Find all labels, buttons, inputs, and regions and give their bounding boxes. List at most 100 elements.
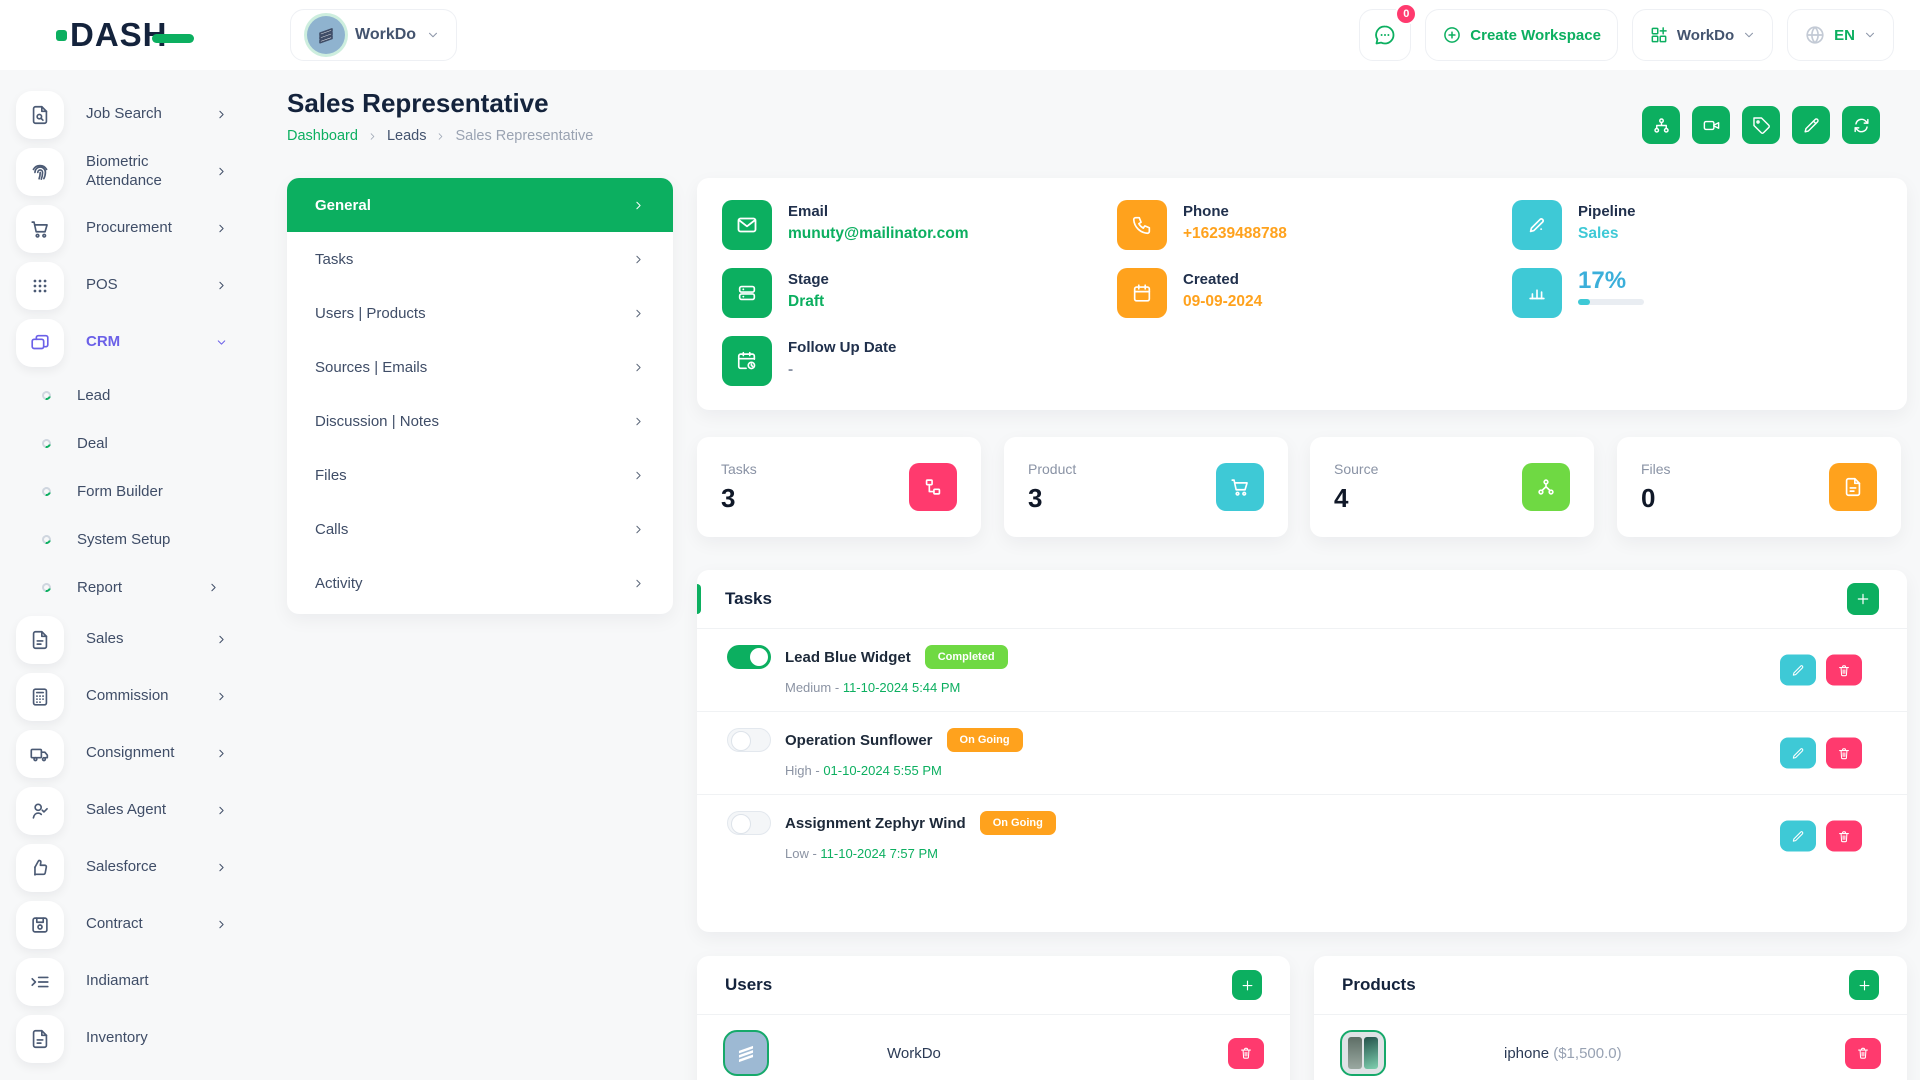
user-name: WorkDo (887, 1045, 941, 1062)
truck-icon (16, 730, 64, 778)
video-call-button[interactable] (1692, 106, 1730, 144)
topbar-right: 0 Create Workspace WorkDo EN (1359, 9, 1894, 61)
sidebar-subitem-lead[interactable]: Lead (0, 371, 250, 419)
sidebar-item-label: Contract (86, 915, 206, 934)
chevron-right-icon (435, 131, 446, 142)
edit-task-button[interactable] (1780, 738, 1816, 769)
chevron-right-icon (215, 861, 228, 874)
task-complete-toggle[interactable] (727, 645, 771, 669)
calendar-icon (1117, 268, 1167, 318)
add-task-button[interactable] (1847, 583, 1879, 615)
sidebar-subitem-system-setup[interactable]: System Setup (0, 515, 250, 563)
followup-value: - (788, 361, 896, 379)
stat-card-source: Source 4 (1310, 437, 1594, 537)
pencil-icon (1791, 663, 1805, 677)
page-actions (1642, 106, 1880, 144)
stat-value: 3 (721, 483, 757, 514)
main-content: Sales Representative Dashboard Leads Sal… (250, 70, 1920, 1080)
file-icon (1829, 463, 1877, 511)
pencil-icon (1802, 116, 1821, 135)
tab-users-products[interactable]: Users | Products (287, 286, 673, 340)
tab-files[interactable]: Files (287, 448, 673, 502)
delete-user-button[interactable] (1228, 1038, 1264, 1069)
field-email: Email munuty@mailinator.com (722, 200, 968, 250)
sidebar-subitem-report[interactable]: Report (0, 563, 250, 611)
edit-task-button[interactable] (1780, 655, 1816, 686)
workdo-menu[interactable]: WorkDo (1632, 9, 1773, 61)
thumbs-up-icon (16, 844, 64, 892)
pencil-icon (1512, 200, 1562, 250)
messages-button[interactable]: 0 (1359, 9, 1411, 61)
edit-task-button[interactable] (1780, 821, 1816, 852)
progress-percent: 17% (1578, 269, 1644, 293)
convert-lead-button[interactable] (1842, 106, 1880, 144)
building-icon (315, 24, 337, 46)
product-row: iphone ($1,500.0) (1314, 1015, 1907, 1080)
labels-button[interactable] (1742, 106, 1780, 144)
create-workspace-label: Create Workspace (1470, 27, 1601, 44)
chevron-right-icon (215, 279, 228, 292)
chevron-right-icon (632, 199, 645, 212)
sidebar-item-salesforce[interactable]: Salesforce (0, 839, 250, 896)
task-priority: Low - (785, 846, 817, 861)
pipeline-view-button[interactable] (1642, 106, 1680, 144)
sidebar-item-pos[interactable]: POS (0, 257, 250, 314)
task-meta: High - 01-10-2024 5:55 PM (785, 763, 1862, 778)
sidebar-item-procurement[interactable]: Procurement (0, 200, 250, 257)
sidebar-item-crm[interactable]: CRM (0, 314, 250, 371)
add-product-button[interactable] (1849, 970, 1879, 1000)
sidebar-item-biometric-attendance[interactable]: Biometric Attendance (0, 143, 250, 200)
breadcrumb-dashboard[interactable]: Dashboard (287, 128, 358, 144)
tab-calls[interactable]: Calls (287, 502, 673, 556)
delete-task-button[interactable] (1826, 738, 1862, 769)
page-head: Sales Representative Dashboard Leads Sal… (287, 88, 593, 144)
bullet-icon (40, 389, 52, 401)
sidebar-item-label: Indiamart (86, 972, 206, 991)
chart-bars-icon (1512, 268, 1562, 318)
sidebar-item-label: Sales (86, 630, 206, 649)
tab-discussion-notes[interactable]: Discussion | Notes (287, 394, 673, 448)
language-selector[interactable]: EN (1787, 9, 1894, 61)
tab-tasks[interactable]: Tasks (287, 232, 673, 286)
task-complete-toggle[interactable] (727, 811, 771, 835)
sidebar-item-contract[interactable]: Contract (0, 896, 250, 953)
sidebar-item-consignment[interactable]: Consignment (0, 725, 250, 782)
page-title: Sales Representative (287, 88, 593, 119)
sidebar-subitem-label: Report (77, 579, 122, 596)
chevron-right-icon (207, 581, 220, 594)
sidebar-item-inventory[interactable]: Inventory (0, 1010, 250, 1067)
delete-task-button[interactable] (1826, 655, 1862, 686)
sidebar-item-commission[interactable]: Commission (0, 668, 250, 725)
sidebar-item-job-search[interactable]: Job Search (0, 86, 250, 143)
sidebar-item-sales-agent[interactable]: Sales Agent (0, 782, 250, 839)
field-label: Phone (1183, 200, 1287, 220)
tab-general[interactable]: General (287, 178, 673, 232)
sidebar-item-label: Consignment (86, 744, 206, 763)
phone-icon (1117, 200, 1167, 250)
sidebar-subitem-deal[interactable]: Deal (0, 419, 250, 467)
delete-task-button[interactable] (1826, 821, 1862, 852)
indent-icon (16, 958, 64, 1006)
task-row: Lead Blue Widget Completed Medium - 11-1… (697, 629, 1907, 711)
tag-icon (1752, 116, 1771, 135)
logo-dot (56, 30, 67, 41)
create-workspace-button[interactable]: Create Workspace (1425, 9, 1618, 61)
product-title: iphone (1504, 1045, 1549, 1062)
add-user-button[interactable] (1232, 970, 1262, 1000)
workspace-selector[interactable]: WorkDo (290, 9, 457, 61)
edit-lead-button[interactable] (1792, 106, 1830, 144)
sidebar-item-indiamart[interactable]: Indiamart (0, 953, 250, 1010)
tab-activity[interactable]: Activity (287, 556, 673, 610)
field-label: Follow Up Date (788, 336, 896, 356)
tab-label: Files (315, 467, 347, 484)
delete-product-button[interactable] (1845, 1038, 1881, 1069)
sidebar-item-sales[interactable]: Sales (0, 611, 250, 668)
breadcrumb-leads[interactable]: Leads (387, 128, 427, 144)
sidebar-subitem-label: System Setup (77, 531, 170, 548)
task-complete-toggle[interactable] (727, 728, 771, 752)
product-name: iphone ($1,500.0) (1504, 1045, 1622, 1062)
globe-icon (1804, 24, 1826, 46)
chevron-down-icon (426, 28, 440, 42)
sidebar-subitem-form-builder[interactable]: Form Builder (0, 467, 250, 515)
tab-sources-emails[interactable]: Sources | Emails (287, 340, 673, 394)
